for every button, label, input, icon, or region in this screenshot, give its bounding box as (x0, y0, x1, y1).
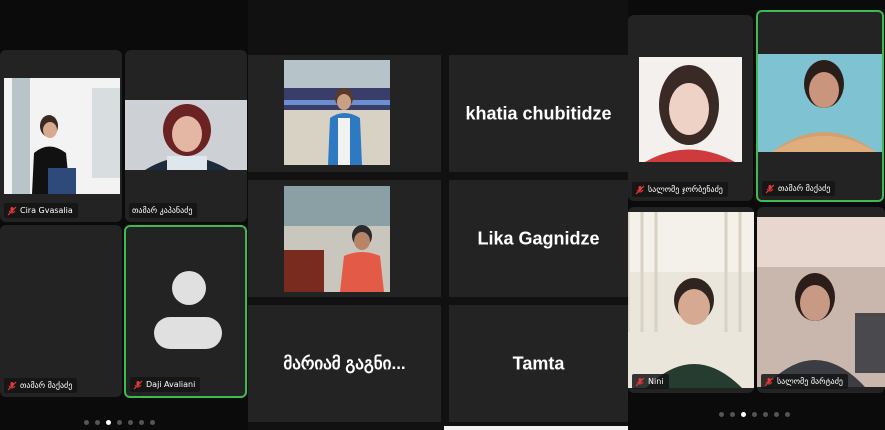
video-frame-image (758, 54, 882, 152)
person-placeholder-icon (172, 271, 206, 305)
participant-tile-nini[interactable]: Nini (628, 207, 754, 393)
participant-name: Cira Gvasalia (20, 206, 73, 215)
name-badge: თამარ მაქაძე (4, 378, 78, 393)
participant-video (758, 54, 882, 152)
page-dot[interactable] (84, 420, 89, 425)
participant-tile-cira-gvasalia[interactable]: Cira Gvasalia (0, 50, 122, 222)
participant-tile-lika-gagnidze[interactable]: Lika Gagnidze (449, 180, 628, 297)
participant-tile-video-2[interactable] (248, 180, 441, 297)
mic-muted-icon (7, 206, 17, 215)
participant-video (125, 100, 247, 170)
page-dot[interactable] (128, 420, 133, 425)
participant-video (639, 57, 742, 162)
participant-name: თამარ კაპანაძე (132, 206, 193, 215)
page-indicator[interactable] (84, 420, 155, 425)
participant-video (628, 212, 754, 388)
participant-tile-tamar-makadze-2[interactable]: თამარ მაქაძე (756, 10, 884, 202)
participant-name: სალომე მარტაძე (777, 377, 843, 386)
page-dot[interactable] (730, 412, 735, 417)
person-placeholder-body (154, 317, 222, 349)
participant-tile-tamar-makadze[interactable]: თამარ მაქაძე (0, 225, 122, 397)
participant-name: თამარ მაქაძე (778, 184, 831, 193)
video-frame-image (284, 60, 390, 165)
gallery-page-right: სალომე ჯორბენაძე თამარ მაქაძე Nini სალომ… (628, 0, 885, 430)
video-frame-image (125, 100, 247, 170)
participant-name: Nini (648, 377, 664, 386)
participant-name: Tamta (512, 353, 565, 373)
page-dot[interactable] (719, 412, 724, 417)
participant-tile-khatia-chubitidze[interactable]: khatia chubitidze (449, 55, 628, 172)
name-badge: თამარ კაპანაძე (129, 203, 198, 218)
video-frame-image (639, 57, 742, 162)
video-frame-image (757, 217, 885, 387)
mic-muted-icon (635, 377, 645, 386)
name-badge: Nini (632, 374, 669, 389)
page-dot[interactable] (785, 412, 790, 417)
video-frame-image (628, 212, 754, 388)
participant-tile-mariam-gagnidze[interactable]: მარიამ გაგნი... (248, 305, 441, 422)
participant-tile-salome-martadze[interactable]: სალომე მარტაძე (757, 207, 885, 393)
mic-muted-icon (133, 380, 143, 389)
participant-video (284, 186, 390, 292)
participant-tile-video-1[interactable] (248, 55, 441, 172)
name-badge: სალომე ჯორბენაძე (632, 182, 728, 197)
video-frame-image (4, 78, 120, 194)
participant-name: მარიამ გაგნი... (283, 353, 406, 373)
participant-name: khatia chubitidze (465, 103, 612, 123)
page-dot[interactable] (763, 412, 768, 417)
name-badge: თამარ მაქაძე (762, 181, 836, 196)
participant-name: თამარ მაქაძე (20, 381, 73, 390)
participant-video (284, 60, 390, 165)
bottom-toolbar-edge (444, 426, 628, 430)
participant-name: სალომე ჯორბენაძე (648, 185, 723, 194)
page-dot-active[interactable] (106, 420, 111, 425)
page-dot[interactable] (752, 412, 757, 417)
mic-muted-icon (7, 381, 17, 390)
participant-tile-daji-avaliani[interactable]: Daji Avaliani (124, 225, 247, 398)
participant-video (4, 78, 120, 194)
participant-name: Daji Avaliani (146, 380, 196, 389)
participant-video (757, 217, 885, 387)
mic-muted-icon (765, 184, 775, 193)
participant-tile-tamar-kapanadze[interactable]: თამარ კაპანაძე (125, 50, 247, 222)
page-indicator[interactable] (719, 412, 790, 417)
page-dot[interactable] (117, 420, 122, 425)
name-badge: Cira Gvasalia (4, 203, 78, 218)
gallery-page-middle: khatia chubitidze Lika Gagnidze მარიამ გ… (248, 0, 628, 430)
participant-tile-salome-jorbenadze[interactable]: სალომე ჯორბენაძე (628, 15, 753, 201)
mic-muted-icon (764, 377, 774, 386)
page-dot[interactable] (95, 420, 100, 425)
name-badge: სალომე მარტაძე (761, 374, 848, 389)
page-dot-active[interactable] (741, 412, 746, 417)
page-dot[interactable] (139, 420, 144, 425)
video-frame-image (284, 186, 390, 292)
participant-tile-tamta[interactable]: Tamta (449, 305, 628, 422)
gallery-page-left: Cira Gvasalia თამარ კაპანაძე თამარ მაქაძ… (0, 0, 248, 430)
page-dot[interactable] (150, 420, 155, 425)
mic-muted-icon (635, 185, 645, 194)
participant-name: Lika Gagnidze (477, 228, 600, 248)
page-dot[interactable] (774, 412, 779, 417)
name-badge: Daji Avaliani (130, 377, 201, 392)
